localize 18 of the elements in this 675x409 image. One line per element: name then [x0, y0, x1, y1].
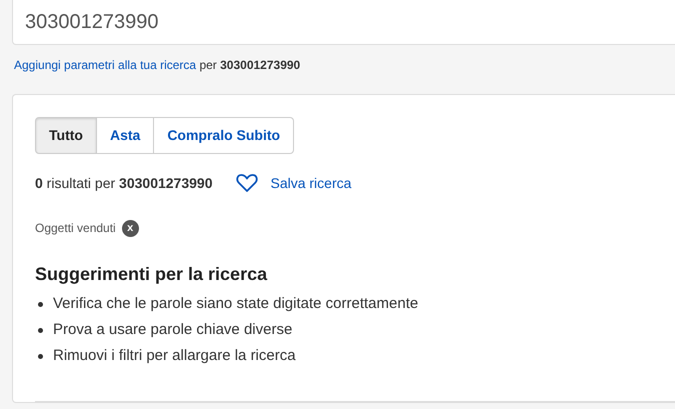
suggestion-text: Rimuovi i filtri per allargare la ricerca — [53, 346, 296, 366]
remove-filter-button[interactable]: x — [122, 220, 139, 236]
bullet-icon — [38, 328, 43, 332]
save-search-link[interactable]: Salva ricerca — [236, 172, 352, 194]
suggestion-text: Verifica che le parole siano state digitate correttamente — [53, 294, 418, 314]
results-count: 0 risultati per 303001273990 — [35, 174, 212, 193]
refine-link[interactable]: Aggiungi parametri alla tua ricerca — [14, 58, 196, 72]
suggestion-text: Prova a usare parole chiave diverse — [53, 320, 292, 340]
bullet-icon — [38, 302, 43, 306]
refine-text: Aggiungi parametri alla tua ricerca per 303001273990 — [14, 57, 300, 73]
filter-tab[interactable]: Tutto — [35, 117, 97, 154]
filter-tab[interactable]: Compralo Subito — [154, 117, 294, 154]
filter-tab[interactable]: Asta — [96, 117, 154, 154]
suggestions-heading: Suggerimenti per la ricerca — [35, 263, 268, 285]
search-field[interactable]: 303001273990 — [12, 0, 675, 45]
bullet-icon — [38, 354, 43, 358]
heart-icon — [236, 173, 258, 193]
filter-label: Oggetti venduti — [35, 220, 116, 237]
